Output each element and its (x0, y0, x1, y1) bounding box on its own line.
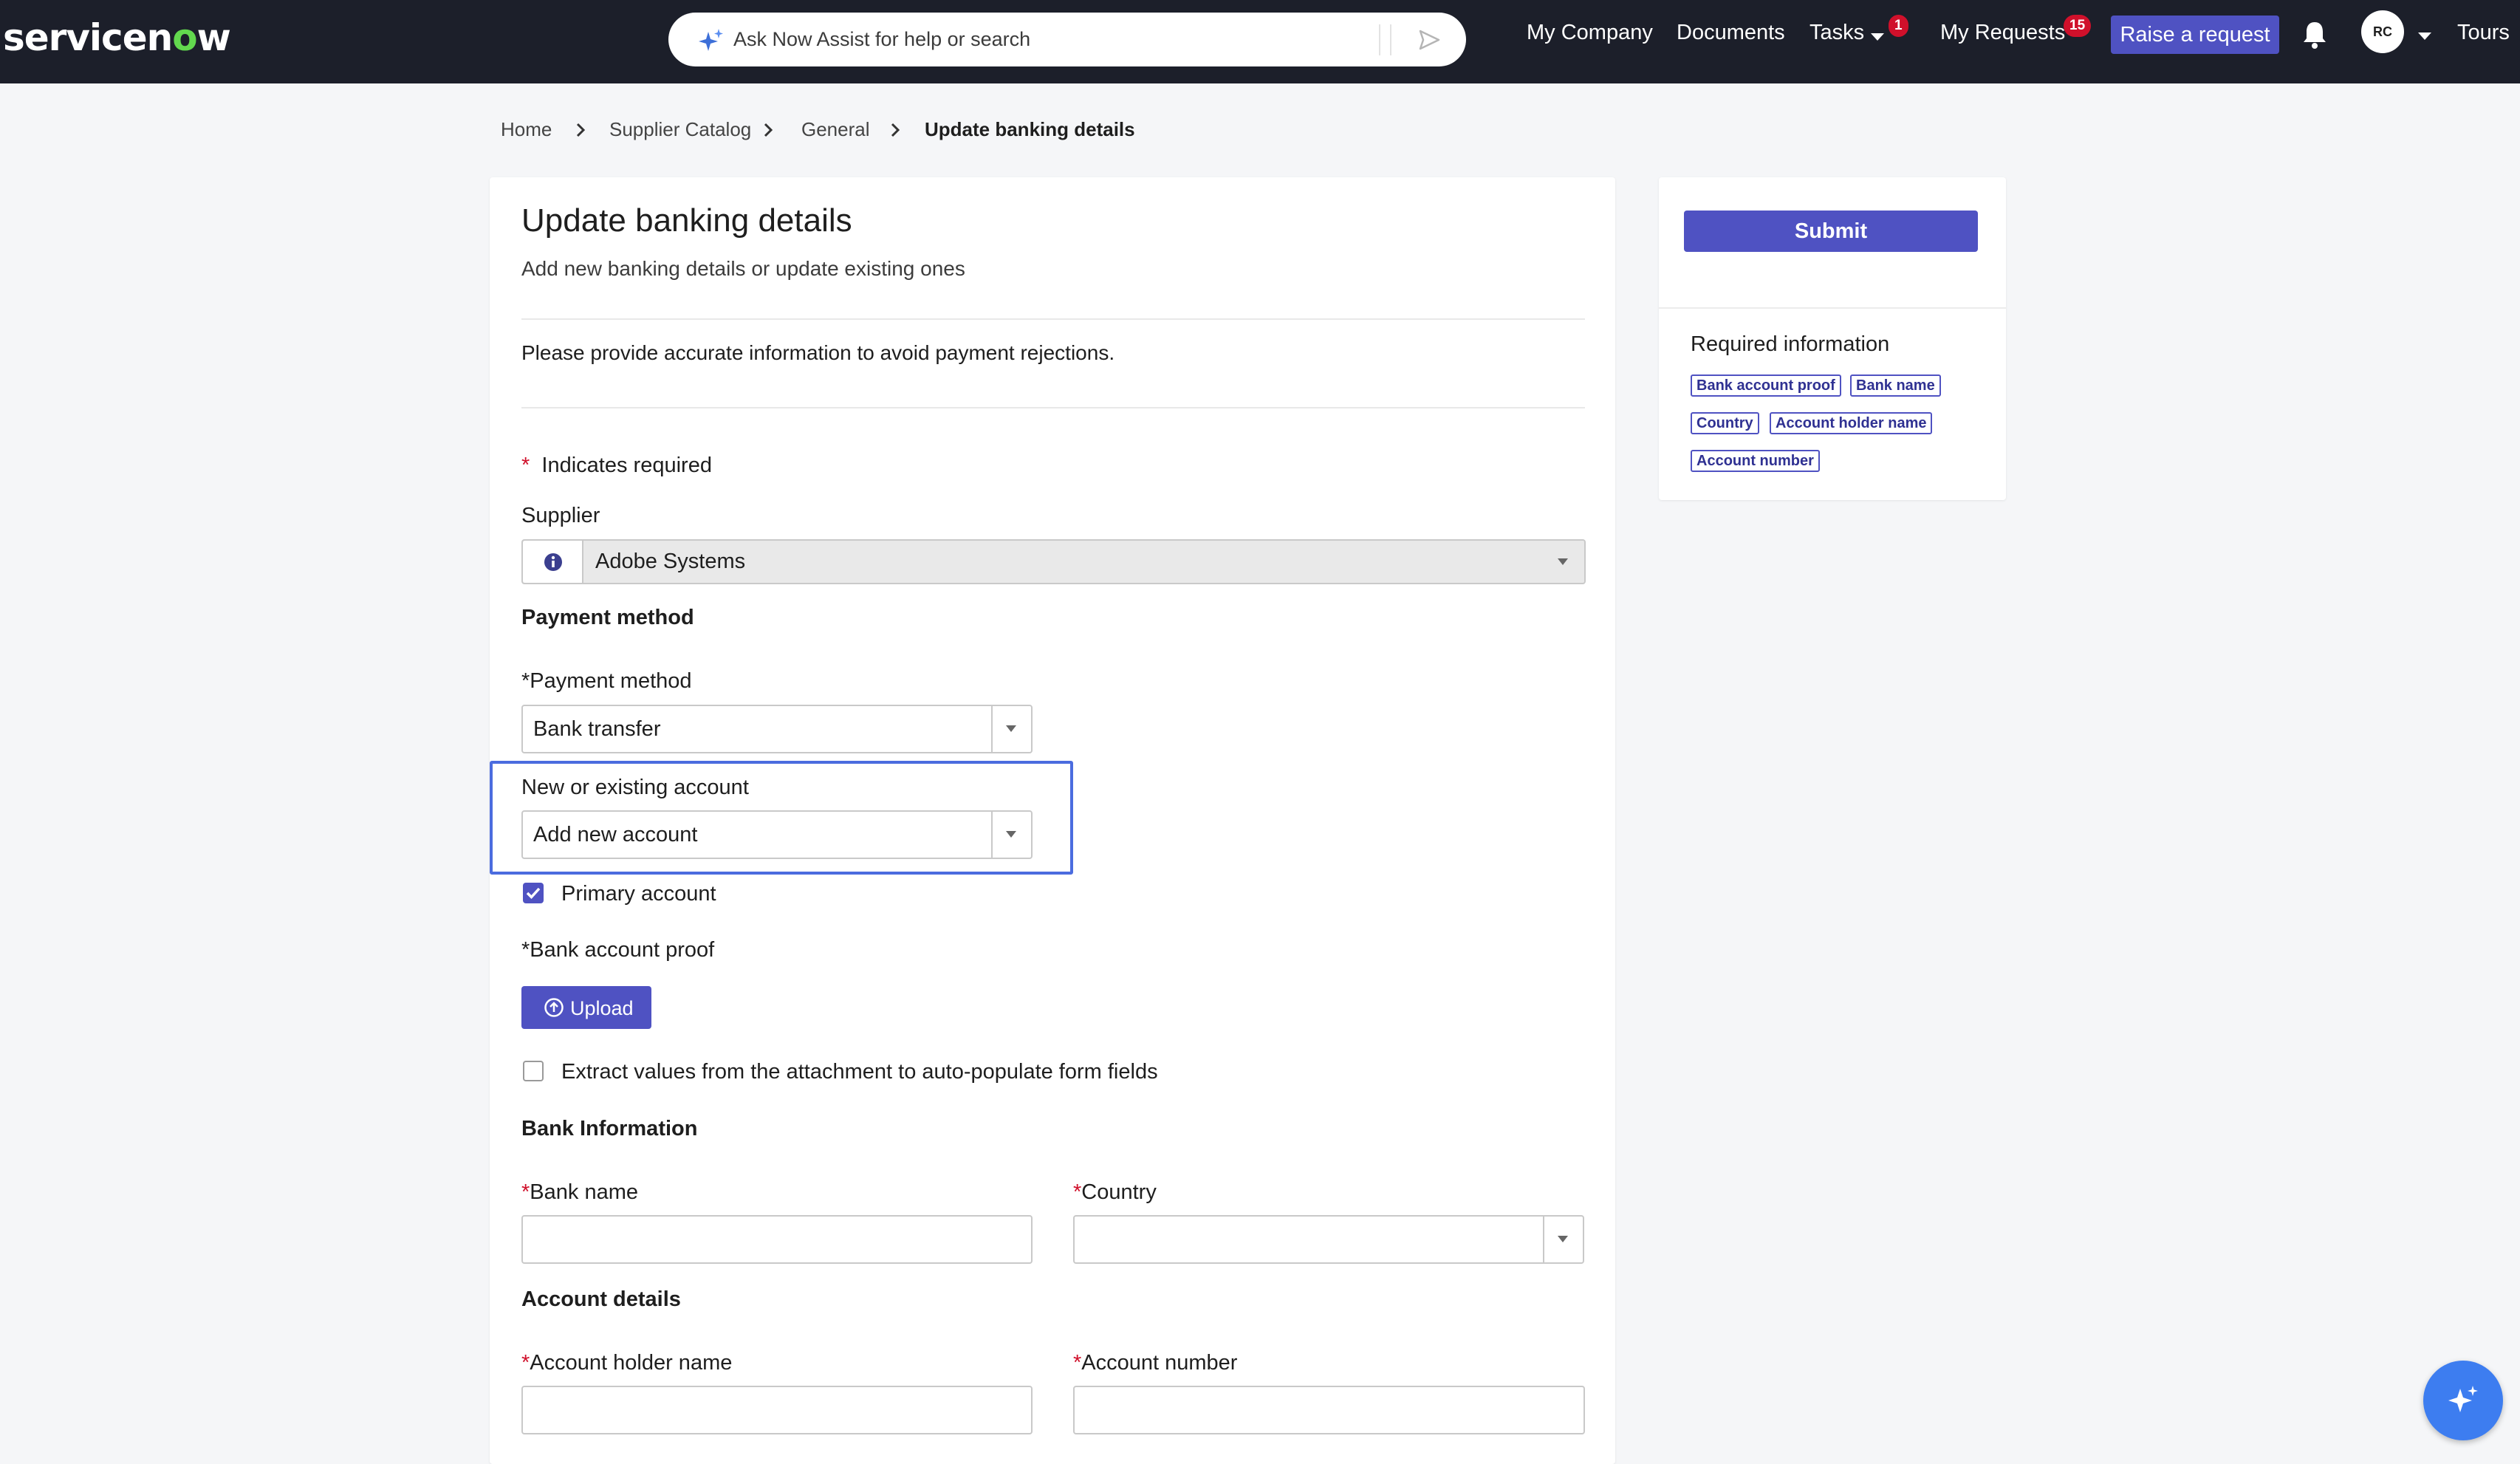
bell-icon[interactable] (2300, 19, 2329, 50)
country-select[interactable] (1073, 1215, 1584, 1264)
raise-request-button[interactable]: Raise a request (2111, 16, 2279, 54)
breadcrumb-current: Update banking details (925, 118, 1135, 140)
avatar-chevron-down-icon[interactable] (2418, 33, 2431, 40)
breadcrumb-supplier-catalog[interactable]: Supplier Catalog (609, 118, 751, 141)
supplier-info-button[interactable] (523, 541, 583, 583)
select-divider (991, 812, 993, 858)
required-chip-account-number[interactable]: Account number (1691, 450, 1820, 472)
upload-icon (544, 998, 564, 1017)
info-icon (544, 553, 562, 571)
extract-values-checkbox[interactable] (523, 1061, 544, 1081)
sparkle-icon (699, 29, 723, 51)
required-chip-account-holder-name[interactable]: Account holder name (1770, 412, 1933, 434)
required-chip-country[interactable]: Country (1691, 412, 1759, 434)
now-assist-button[interactable] (2423, 1361, 2503, 1440)
supplier-value: Adobe Systems (595, 550, 746, 573)
account-holder-label: *Account holder name (521, 1351, 733, 1375)
breadcrumb-home[interactable]: Home (501, 118, 552, 141)
extract-values-label: Extract values from the attachment to au… (561, 1060, 1158, 1084)
chevron-down-icon (1558, 558, 1568, 565)
primary-account-label: Primary account (561, 882, 716, 906)
bank-proof-label: *Bank account proof (521, 938, 715, 962)
chevron-down-icon (1006, 725, 1016, 732)
chevron-down-icon (1558, 1236, 1568, 1242)
servicenow-logo[interactable]: servicenow (3, 16, 231, 59)
divider (521, 407, 1585, 408)
payment-method-select[interactable]: Bank transfer (521, 705, 1033, 753)
search-divider (1379, 24, 1380, 55)
supplier-select[interactable]: Adobe Systems (521, 539, 1586, 584)
page-title: Update banking details (521, 202, 852, 239)
search-input[interactable] (733, 23, 1302, 55)
section-account-details: Account details (521, 1287, 681, 1311)
nav-documents[interactable]: Documents (1677, 21, 1785, 45)
required-legend: * Indicates required (521, 454, 712, 477)
bank-name-label: *Bank name (521, 1180, 638, 1204)
account-number-label: *Account number (1073, 1351, 1238, 1375)
required-info-title: Required information (1691, 332, 1890, 356)
chevron-right-icon (576, 123, 586, 137)
requests-badge: 15 (2064, 15, 2092, 37)
chevron-right-icon (891, 123, 900, 137)
page-subtitle: Add new banking details or update existi… (521, 257, 965, 280)
upload-button[interactable]: Upload (521, 986, 651, 1029)
select-divider (991, 706, 993, 752)
primary-account-checkbox[interactable] (523, 883, 544, 903)
divider (1659, 307, 2006, 309)
avatar[interactable]: RC (2361, 10, 2404, 53)
required-chip-bank-name[interactable]: Bank name (1850, 374, 1941, 397)
tasks-chevron-down-icon[interactable] (1871, 33, 1884, 41)
country-label: *Country (1073, 1180, 1157, 1204)
nav-tours[interactable]: Tours (2457, 21, 2510, 45)
submit-panel: Submit Required information Bank account… (1659, 177, 2006, 500)
section-payment-method: Payment method (521, 606, 694, 629)
nav-my-company[interactable]: My Company (1527, 21, 1653, 45)
supplier-label: Supplier (521, 504, 600, 527)
account-type-select[interactable]: Add new account (521, 810, 1033, 859)
form-card: Update banking details Add new banking d… (490, 177, 1615, 1464)
chevron-right-icon (764, 123, 773, 137)
nav-tasks[interactable]: Tasks (1809, 21, 1864, 45)
submit-button[interactable]: Submit (1684, 211, 1978, 252)
section-bank-information: Bank Information (521, 1117, 698, 1140)
search-divider-secondary (1390, 24, 1391, 55)
sparkle-icon (2448, 1386, 2478, 1412)
top-navigation: servicenow My Company Documents Tasks 1 … (0, 0, 2520, 83)
required-chip-bank-account-proof[interactable]: Bank account proof (1691, 374, 1841, 397)
chevron-down-icon (1006, 831, 1016, 838)
search-bar[interactable] (668, 13, 1466, 66)
bank-name-input[interactable] (521, 1215, 1033, 1264)
account-number-input[interactable] (1073, 1386, 1585, 1434)
nav-my-requests[interactable]: My Requests (1940, 21, 2065, 45)
divider (521, 318, 1585, 320)
check-icon (526, 887, 541, 900)
tasks-badge: 1 (1889, 15, 1908, 37)
form-notice: Please provide accurate information to a… (521, 341, 1115, 364)
account-holder-input[interactable] (521, 1386, 1033, 1434)
account-type-label: New or existing account (521, 776, 749, 799)
select-divider (1543, 1217, 1544, 1262)
breadcrumb-general[interactable]: General (801, 118, 870, 141)
payment-method-label: *Payment method (521, 669, 692, 693)
send-icon[interactable] (1417, 27, 1442, 52)
